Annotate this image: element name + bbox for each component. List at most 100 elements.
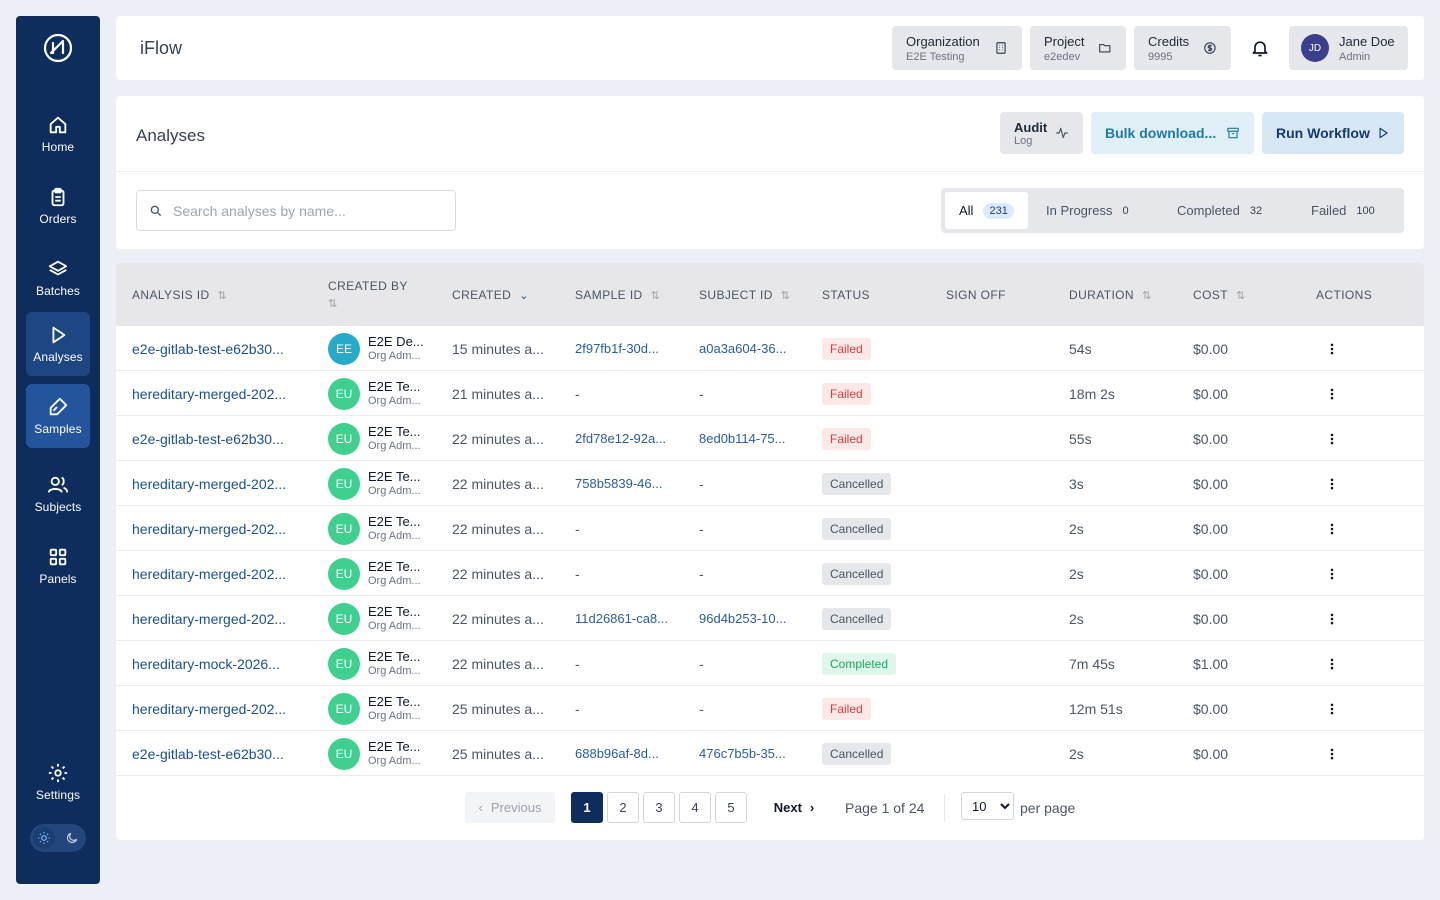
previous-page-button[interactable]: ‹ Previous <box>465 792 555 823</box>
bulk-download-button[interactable]: Bulk download... <box>1091 112 1254 154</box>
organization-selector[interactable]: Organization E2E Testing <box>892 26 1022 70</box>
analysis-id-link[interactable]: e2e-gitlab-test-e62b30... <box>132 326 317 371</box>
sort-icon[interactable]: ⇅ <box>651 289 661 302</box>
analysis-id-link[interactable]: e2e-gitlab-test-e62b30... <box>132 416 317 461</box>
table-row[interactable]: hereditary-merged-202... EU E2E Te... Org A… <box>116 596 1424 641</box>
table-row[interactable]: hereditary-merged-202... EU E2E Te... Org A… <box>116 461 1424 506</box>
next-page-button[interactable]: Next › <box>766 792 822 823</box>
search-input[interactable] <box>173 202 433 219</box>
nav-analyses[interactable]: Analyses <box>26 312 90 376</box>
sort-icon[interactable]: ⇅ <box>1236 289 1246 302</box>
page-5-button[interactable]: 5 <box>715 792 747 823</box>
row-actions[interactable] <box>1325 371 1339 416</box>
sample-id[interactable]: 2f97fb1f-30d... <box>575 326 690 371</box>
subject-id[interactable]: a0a3a604-36... <box>699 326 814 371</box>
sample-id[interactable]: 688b96af-8d... <box>575 731 690 776</box>
col-sample-id[interactable]: SAMPLE ID ⇅ <box>575 288 660 302</box>
row-actions[interactable] <box>1325 596 1339 641</box>
col-analysis-id[interactable]: ANALYSIS ID ⇅ <box>132 288 227 302</box>
col-created[interactable]: CREATED ⌄ <box>452 288 529 302</box>
analysis-id-link[interactable]: hereditary-merged-202... <box>132 551 317 596</box>
nav-samples[interactable]: Samples <box>26 384 90 448</box>
nav-home[interactable]: Home <box>26 102 90 166</box>
subject-id: - <box>699 655 704 672</box>
credits-display[interactable]: Credits 9995 <box>1134 26 1231 70</box>
analysis-id-link[interactable]: hereditary-mock-2026... <box>132 641 317 686</box>
page-1-button[interactable]: 1 <box>571 792 603 823</box>
kebab-menu-icon[interactable] <box>1325 567 1339 581</box>
table-row[interactable]: hereditary-merged-202... EU E2E Te... Org A… <box>116 506 1424 551</box>
kebab-menu-icon[interactable] <box>1325 702 1339 716</box>
col-duration[interactable]: DURATION ⇅ <box>1069 288 1152 302</box>
analysis-id-link[interactable]: hereditary-merged-202... <box>132 686 317 731</box>
nav-settings[interactable]: Settings <box>26 750 90 814</box>
analysis-id-link[interactable]: hereditary-merged-202... <box>132 371 317 416</box>
table-row[interactable]: e2e-gitlab-test-e62b30... EU E2E Te... Org … <box>116 416 1424 461</box>
user-menu[interactable]: JD Jane Doe Admin <box>1289 26 1408 70</box>
audit-log-button[interactable]: Audit Log <box>1000 112 1083 154</box>
row-actions[interactable] <box>1325 461 1339 506</box>
col-created-by[interactable]: CREATED BY ⇅ <box>328 279 408 310</box>
sort-icon[interactable]: ⇅ <box>328 297 338 310</box>
analysis-id-link[interactable]: e2e-gitlab-test-e62b30... <box>132 731 317 776</box>
row-actions[interactable] <box>1325 506 1339 551</box>
subject-id[interactable]: 8ed0b114-75... <box>699 416 814 461</box>
kebab-menu-icon[interactable] <box>1325 342 1339 356</box>
subject-id[interactable]: 476c7b5b-35... <box>699 731 814 776</box>
sort-icon[interactable]: ⇅ <box>781 289 791 302</box>
table-row[interactable]: hereditary-merged-202... EU E2E Te... Org A… <box>116 686 1424 731</box>
kebab-menu-icon[interactable] <box>1325 657 1339 671</box>
sample-id[interactable]: 11d26861-ca8... <box>575 596 690 641</box>
project-selector[interactable]: Project e2edev <box>1030 26 1126 70</box>
status-cell: Cancelled <box>822 551 937 596</box>
table-row[interactable]: hereditary-merged-202... EU E2E Te... Org A… <box>116 371 1424 416</box>
kebab-menu-icon[interactable] <box>1325 432 1339 446</box>
table-row[interactable]: e2e-gitlab-test-e62b30... EU E2E Te... Org … <box>116 731 1424 776</box>
sort-icon[interactable]: ⇅ <box>218 289 228 302</box>
sun-icon[interactable] <box>33 827 55 849</box>
moon-icon[interactable] <box>61 827 83 849</box>
subject-id[interactable]: 96d4b253-10... <box>699 596 814 641</box>
row-actions[interactable] <box>1325 641 1339 686</box>
chevron-down-icon[interactable]: ⌄ <box>519 289 529 302</box>
theme-toggle[interactable] <box>30 824 86 852</box>
page-2-button[interactable]: 2 <box>607 792 639 823</box>
table-row[interactable]: e2e-gitlab-test-e62b30... EE E2E De... Org … <box>116 326 1424 371</box>
kebab-menu-icon[interactable] <box>1325 612 1339 626</box>
project-label: Project <box>1044 33 1085 49</box>
sample-id[interactable]: 2fd78e12-92a... <box>575 416 690 461</box>
sort-icon[interactable]: ⇅ <box>1142 289 1152 302</box>
analysis-id-link[interactable]: hereditary-merged-202... <box>132 596 317 641</box>
kebab-menu-icon[interactable] <box>1325 747 1339 761</box>
page-3-button[interactable]: 3 <box>643 792 675 823</box>
kebab-menu-icon[interactable] <box>1325 387 1339 401</box>
analysis-id-link[interactable]: hereditary-merged-202... <box>132 461 317 506</box>
col-subject-id[interactable]: SUBJECT ID ⇅ <box>699 288 790 302</box>
row-actions[interactable] <box>1325 551 1339 596</box>
table-row[interactable]: hereditary-merged-202... EU E2E Te... Org A… <box>116 551 1424 596</box>
row-actions[interactable] <box>1325 731 1339 776</box>
kebab-menu-icon[interactable] <box>1325 522 1339 536</box>
app-logo-icon[interactable] <box>42 32 74 64</box>
nav-orders[interactable]: Orders <box>26 174 90 238</box>
kebab-menu-icon[interactable] <box>1325 477 1339 491</box>
nav-subjects[interactable]: Subjects <box>26 462 90 526</box>
tab-failed[interactable]: Failed 100 <box>1297 192 1389 229</box>
tab-completed[interactable]: Completed 32 <box>1163 192 1276 229</box>
nav-panels[interactable]: Panels <box>26 534 90 598</box>
tab-all[interactable]: All 231 <box>945 192 1028 229</box>
page-4-button[interactable]: 4 <box>679 792 711 823</box>
table-row[interactable]: hereditary-mock-2026... EU E2E Te... Org Ad… <box>116 641 1424 686</box>
run-workflow-button[interactable]: Run Workflow <box>1262 112 1404 154</box>
row-actions[interactable] <box>1325 416 1339 461</box>
col-cost[interactable]: COST ⇅ <box>1193 288 1246 302</box>
analysis-id-link[interactable]: hereditary-merged-202... <box>132 506 317 551</box>
tab-in-progress[interactable]: In Progress 0 <box>1032 192 1143 229</box>
row-actions[interactable] <box>1325 686 1339 731</box>
search-box[interactable] <box>136 190 456 231</box>
per-page-select[interactable]: 10 <box>961 792 1014 820</box>
nav-batches[interactable]: Batches <box>26 246 90 310</box>
row-actions[interactable] <box>1325 326 1339 371</box>
sample-id[interactable]: 758b5839-46... <box>575 461 690 506</box>
notification-bell-icon[interactable] <box>1250 38 1270 58</box>
